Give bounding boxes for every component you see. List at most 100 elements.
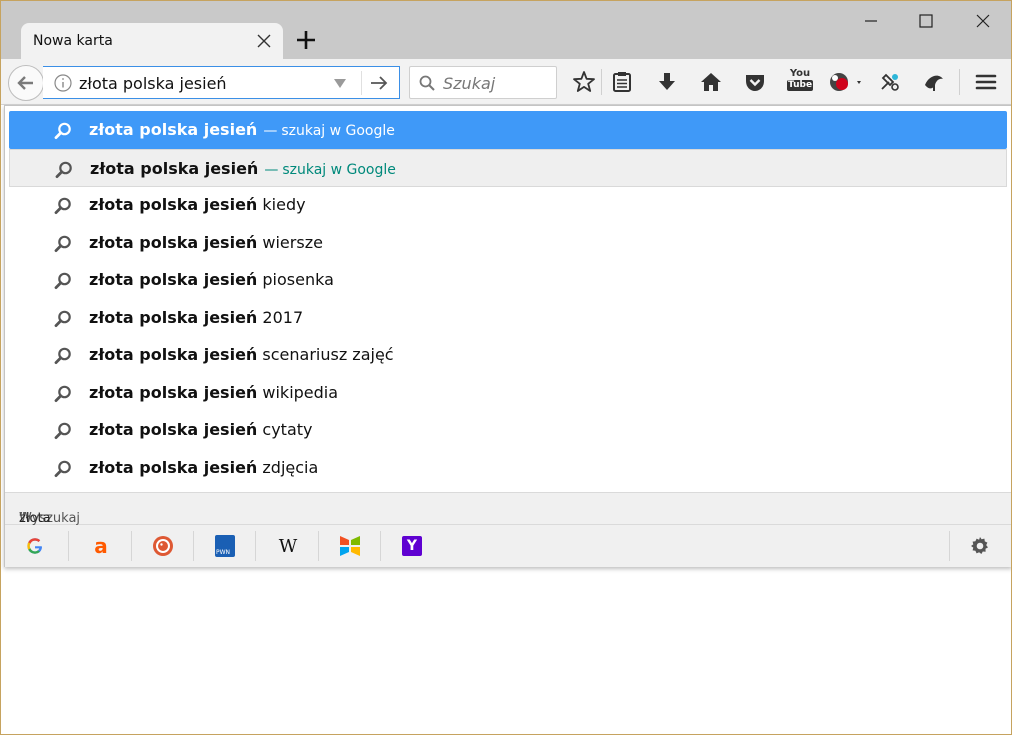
extension-bird-icon[interactable] [921,69,947,95]
suggestion-text: złota polska jesień — szukaj w Google [89,120,395,139]
wikipedia-engine-icon[interactable]: W [275,533,301,559]
window-close-icon[interactable] [969,7,997,35]
suggestion-query: złota polska jesień [89,270,258,289]
search-bar[interactable]: Szukaj [409,66,557,99]
suggestion-completion: wiersze [257,232,323,252]
autocomplete-popup: złota polska jesień — szukaj w Google złota… [4,105,1011,567]
suggestion-completion: 2017 [257,307,304,327]
duckduckgo-engine-icon[interactable] [150,533,176,559]
suggestion-row[interactable]: złota polska jesień wiersze [9,224,1007,262]
tab-new[interactable]: Nowa karta [21,23,283,59]
magnifier-icon [54,122,71,139]
url-bar[interactable]: złota polska jesień [43,66,400,99]
suggestion-completion: wikipedia [257,382,339,402]
toolbar-separator [601,69,602,95]
magnifier-icon [54,347,71,364]
suggestion-row[interactable]: złota polska jesień — szukaj w Google [9,148,1007,187]
suggestion-query: złota polska jesień [89,345,258,364]
info-icon[interactable] [53,73,73,93]
engine-separator [318,531,319,561]
youtube-label-bottom: Tube [787,80,813,91]
engine-separator [131,531,132,561]
youtube-icon[interactable]: You Tube [787,69,813,95]
minimize-icon[interactable] [857,7,885,35]
home-icon[interactable] [698,69,724,95]
suggestion-dash: — [263,123,278,139]
suggestion-query: złota polska jesień [89,382,258,402]
suggestion-completion: zdjęcia [257,457,319,477]
suggestion-query: złota polska jesień [90,158,259,178]
suggestion-text: złota polska jesień — szukaj w Google [90,159,396,178]
tab-strip: Nowa karta [1,1,1011,59]
engine-separator [380,531,381,561]
maximize-icon[interactable] [912,7,940,35]
google-engine-icon[interactable] [22,533,48,559]
suggestion-query: złota polska jesień [89,120,258,139]
tab-title: Nowa karta [33,33,113,49]
windows-store-engine-icon[interactable] [337,533,363,559]
close-icon[interactable] [255,32,273,50]
url-input[interactable]: złota polska jesień [79,74,227,93]
allegro-engine-icon[interactable]: a [88,533,114,559]
suggestion-text: złota polska jesień wikipedia [89,383,338,402]
engine-separator [949,531,950,561]
suggestion-row[interactable]: złota polska jesień scenariusz zajęć [9,336,1007,374]
suggestion-query: złota polska jesień [89,232,258,252]
magnifier-icon [54,422,71,439]
search-engine-bar: a PWN W Y [5,525,1011,567]
back-button[interactable] [8,65,44,101]
suggestion-row[interactable]: złota polska jesień piosenka [9,261,1007,299]
suggestion-row[interactable]: złota polska jesień 2017 [9,299,1007,337]
search-settings-button[interactable] [967,533,993,559]
extension-ladybug-icon[interactable] [827,69,865,95]
engine-separator [193,531,194,561]
toolbar-separator [959,69,960,95]
suggestion-completion: kiedy [257,195,306,214]
triangle-down-icon[interactable] [332,76,348,90]
suggestion-row[interactable]: złota polska jesień kiedy [9,186,1007,224]
suggestion-row[interactable]: złota polska jesień zdjęcia [9,449,1007,487]
magnifier-icon [54,272,71,289]
gear-icon [971,537,988,554]
extension-tools-icon[interactable] [877,69,903,95]
suggestion-query: złota polska jesień [89,195,258,214]
suggestion-text: złota polska jesień kiedy [89,195,306,214]
hamburger-icon[interactable] [973,69,999,95]
suggestion-text: złota polska jesień cytaty [89,420,312,439]
clipboard-icon[interactable] [609,69,635,95]
search-input[interactable]: Szukaj [443,74,495,93]
magnifier-icon [54,385,71,402]
new-tab-plus-icon[interactable] [293,27,319,53]
download-arrow-icon[interactable] [654,69,680,95]
suggestion-query: złota polska jesień [89,457,258,477]
engine-separator [68,531,69,561]
pwn-engine-icon[interactable]: PWN [212,533,238,559]
suggestion-row[interactable]: złota polska jesień — szukaj w Google [9,111,1007,149]
navigation-toolbar: złota polska jesień Szukaj You Tube [1,59,1011,105]
suggestion-text: złota polska jesień wiersze [89,233,323,252]
magnifier-icon [419,75,435,91]
suggestion-dash: — [264,161,279,178]
back-arrow-icon [17,76,33,90]
suggestion-text: złota polska jesień piosenka [89,270,334,289]
suggestion-row[interactable]: złota polska jesień cytaty [9,411,1007,449]
suggestion-text: złota polska jesień 2017 [89,308,303,327]
suggestion-query: złota polska jesień [89,420,258,439]
star-icon[interactable] [571,69,597,95]
arrow-right-icon[interactable] [368,73,390,93]
magnifier-icon [55,161,72,178]
youtube-label-top: You [789,68,811,79]
suggestion-completion: cytaty [257,420,313,439]
suggestion-engine: szukaj w Google [282,161,396,178]
url-separator [361,71,362,95]
suggestion-completion: piosenka [257,270,334,289]
suggestion-row[interactable]: złota polska jesień wikipedia [9,374,1007,412]
browser-window: Nowa karta złota polska jesień Szukaj Yo… [0,0,1012,735]
suggestion-text: złota polska jesień zdjęcia [89,458,318,477]
pocket-icon[interactable] [742,69,768,95]
magnifier-icon [54,460,71,477]
magnifier-icon [54,310,71,327]
search-with-label: Wyszukaj „złota polska jesień” z: [5,492,1011,556]
suggestion-completion: scenariusz zajęć [257,345,394,364]
yahoo-engine-icon[interactable]: Y [399,533,425,559]
